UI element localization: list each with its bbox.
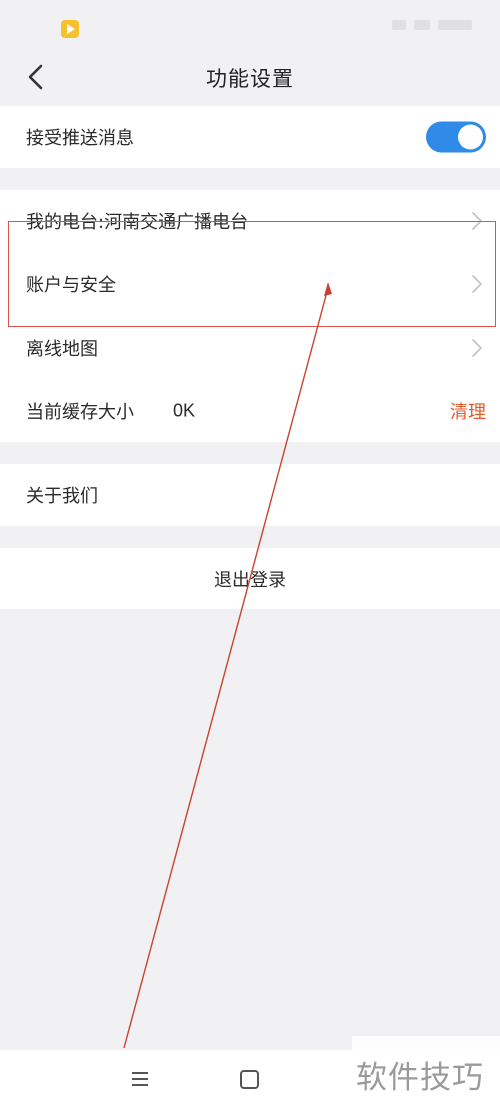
push-label: 接受推送消息 [26,128,134,149]
battery-icon [438,20,472,30]
logout-button[interactable]: 退出登录 [0,548,500,609]
chevron-right-icon [472,212,482,230]
header: 功能设置 [0,50,500,106]
push-row: 接受推送消息 [0,106,500,168]
chevron-right-icon [472,339,482,357]
my-station-row[interactable]: 我的电台:河南交通广播电台 [0,190,500,252]
watermark: 软件技巧 [352,1036,500,1108]
push-toggle[interactable] [426,121,486,153]
wifi-icon [414,20,430,30]
about-row[interactable]: 关于我们 [0,464,500,526]
account-security-label: 账户与安全 [26,275,116,296]
signal-icon [392,20,406,30]
chevron-right-icon [472,275,482,293]
status-bar [0,0,500,50]
about-label: 关于我们 [26,486,98,507]
account-security-row[interactable]: 账户与安全 [0,253,500,315]
page-title: 功能设置 [206,67,294,91]
cache-label: 当前缓存大小 [26,402,134,423]
cache-size-value: 0K [173,400,196,421]
logout-group: 退出登录 [0,548,500,609]
settings-group: 我的电台:河南交通广播电台 账户与安全 离线地图 当前缓存大小 0K 清理 [0,190,500,442]
my-station-label: 我的电台:河南交通广播电台 [26,212,249,233]
menu-icon[interactable] [131,1071,149,1087]
offline-map-label: 离线地图 [26,339,98,360]
logout-label: 退出登录 [214,569,286,591]
watermark-text: 软件技巧 [356,1060,484,1096]
toggle-knob [458,124,483,150]
cache-row: 当前缓存大小 0K 清理 [0,380,500,442]
home-square-icon[interactable] [240,1070,259,1089]
about-group: 关于我们 [0,464,500,526]
status-indicators [392,20,472,30]
push-group: 接受推送消息 [0,106,500,168]
offline-map-row[interactable]: 离线地图 [0,317,500,379]
app-notification-icon [61,20,79,38]
clear-cache-button[interactable]: 清理 [450,398,486,424]
